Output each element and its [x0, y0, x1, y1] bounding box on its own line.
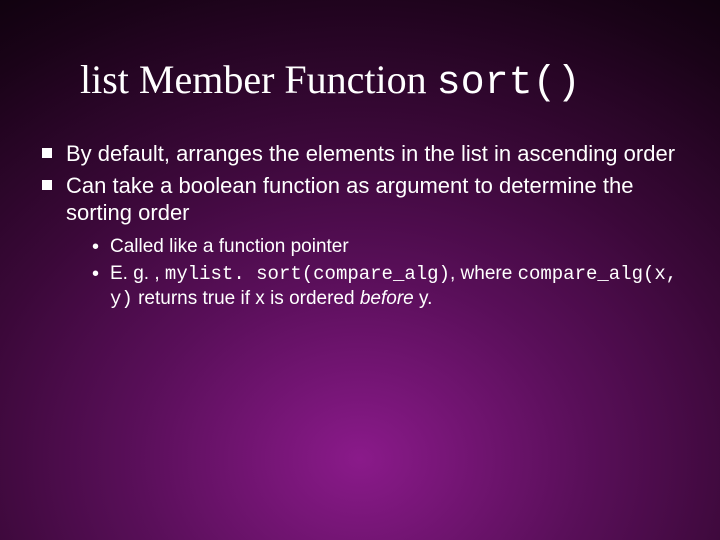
sub-bullet-item: Called like a function pointer [90, 235, 692, 260]
title-text: list Member Function [80, 57, 437, 102]
sub-bullet-text: E. g. , [110, 263, 165, 284]
sub-bullet-text: y. [414, 288, 433, 309]
title-code: sort() [437, 61, 581, 106]
main-bullet-list: By default, arranges the elements in the… [28, 140, 692, 312]
sub-bullet-text: Called like a function pointer [110, 236, 349, 257]
bullet-text: Can take a boolean function as argument … [66, 173, 633, 226]
bullet-item: By default, arranges the elements in the… [38, 140, 692, 168]
sub-bullet-text: , where [450, 263, 518, 284]
italic-text: before [360, 288, 414, 309]
sub-bullet-text: returns true if x is ordered [133, 288, 360, 309]
sub-bullet-item: E. g. , mylist. sort(compare_alg), where… [90, 262, 692, 311]
slide: list Member Function sort() By default, … [0, 0, 720, 540]
bullet-text: By default, arranges the elements in the… [66, 141, 675, 166]
bullet-item: Can take a boolean function as argument … [38, 172, 692, 312]
sub-bullet-list: Called like a function pointer E. g. , m… [66, 235, 692, 312]
code-text: mylist. sort(compare_alg) [165, 263, 450, 285]
slide-title: list Member Function sort() [80, 58, 692, 106]
